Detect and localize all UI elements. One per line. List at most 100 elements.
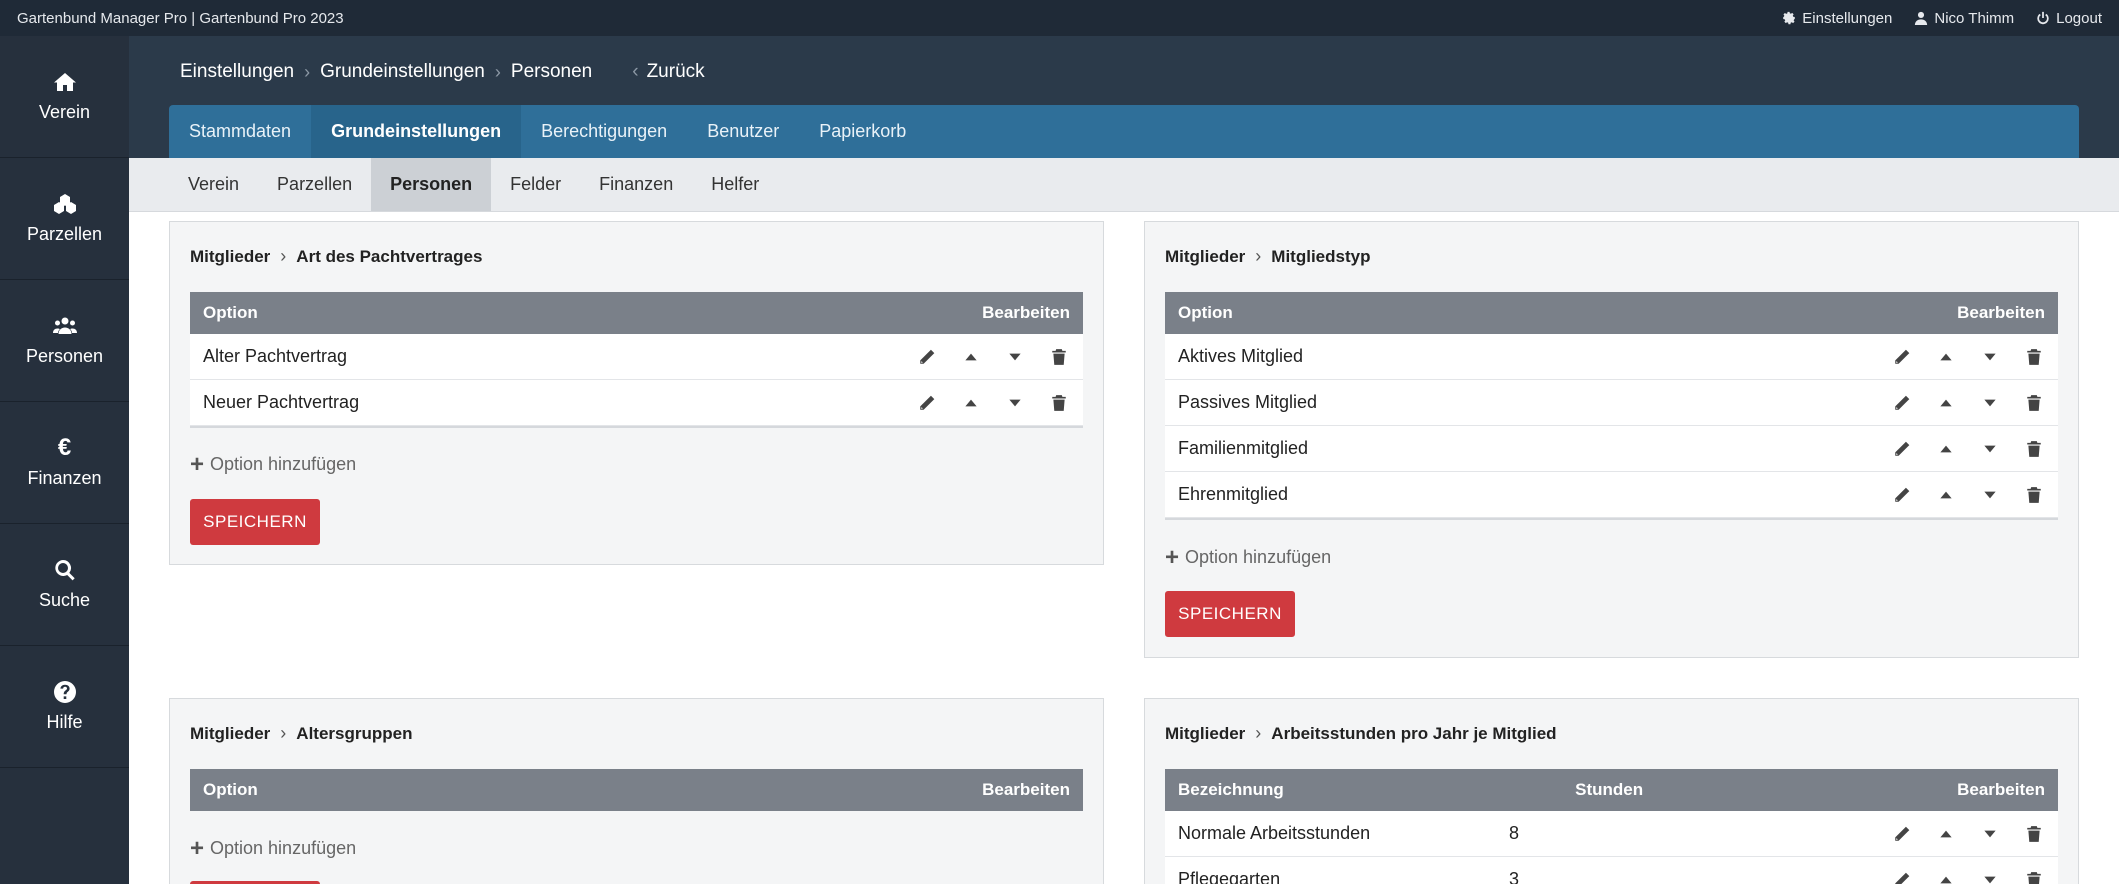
row-actions [916, 392, 1070, 414]
move-down-icon[interactable] [1979, 869, 2001, 884]
logout-label: Logout [2056, 9, 2102, 27]
sidebar-item-finanzen[interactable]: € Finanzen [0, 402, 129, 524]
move-up-icon[interactable] [1935, 346, 1957, 368]
row-actions [1891, 392, 2045, 414]
breadcrumb-personen: Personen [510, 61, 593, 82]
sidebar-item-verein[interactable]: Verein [0, 36, 129, 158]
edit-pencil-icon[interactable] [916, 346, 938, 368]
sidebar-item-suche[interactable]: Suche [0, 524, 129, 646]
delete-trash-icon[interactable] [2023, 346, 2045, 368]
move-up-icon[interactable] [1935, 869, 1957, 884]
panel-title: Mitglieder › Altersgruppen [190, 723, 412, 744]
move-up-icon[interactable] [960, 392, 982, 414]
gear-icon [1783, 11, 1796, 25]
delete-trash-icon[interactable] [1048, 392, 1070, 414]
chevron-right-icon: › [494, 61, 501, 82]
delete-trash-icon[interactable] [2023, 823, 2045, 845]
sidebar-item-label: Finanzen [27, 468, 102, 488]
move-down-icon[interactable] [1004, 346, 1026, 368]
sidebar-item-personen[interactable]: Personen [0, 280, 129, 402]
move-up-icon[interactable] [960, 346, 982, 368]
add-option-label: Option hinzufügen [1185, 547, 1332, 567]
help-icon [53, 681, 76, 703]
table-row: Passives Mitglied [1165, 380, 2058, 426]
save-button[interactable]: SPEICHERN [190, 499, 320, 545]
delete-trash-icon[interactable] [2023, 484, 2045, 506]
option-label: Familienmitglied [1178, 438, 1309, 458]
hours-table: Bezeichnung Stunden Bearbeiten Normale A… [1165, 769, 2058, 884]
option-label: Ehrenmitglied [1178, 484, 1289, 504]
sidebar-item-hilfe[interactable]: Hilfe [0, 646, 129, 768]
table-header: Bezeichnung Stunden Bearbeiten [1165, 769, 2058, 811]
move-up-icon[interactable] [1935, 823, 1957, 845]
move-up-icon[interactable] [1935, 438, 1957, 460]
user-link[interactable]: Nico Thimm [1914, 10, 2014, 27]
delete-trash-icon[interactable] [2023, 869, 2045, 884]
column-header-option: Option [1178, 303, 1233, 322]
column-header-option: Option [203, 303, 258, 322]
edit-pencil-icon[interactable] [1891, 346, 1913, 368]
table-row: Aktives Mitglied [1165, 334, 2058, 380]
edit-pencil-icon[interactable] [1891, 438, 1913, 460]
move-down-icon[interactable] [1979, 438, 2001, 460]
settings-link[interactable]: Einstellungen [1782, 10, 1892, 27]
tab-grundeinstellungen[interactable]: Grundeinstellungen [311, 105, 522, 158]
tab-benutzer[interactable]: Benutzer [687, 105, 799, 158]
add-option-link[interactable]: + Option hinzufügen [190, 452, 356, 476]
table-header: Option Bearbeiten [1165, 292, 2058, 334]
subtab-finanzen[interactable]: Finanzen [580, 158, 692, 211]
hours-name: Pflegegarten [1178, 869, 1281, 884]
move-up-icon[interactable] [1935, 484, 1957, 506]
back-link[interactable]: ‹ Zurück [632, 61, 704, 83]
edit-pencil-icon[interactable] [1891, 823, 1913, 845]
breadcrumb-einstellungen[interactable]: Einstellungen [180, 61, 294, 83]
tab-papierkorb[interactable]: Papierkorb [799, 105, 926, 158]
subtab-parzellen[interactable]: Parzellen [258, 158, 371, 211]
hours-value: 3 [1509, 869, 1520, 884]
option-label: Neuer Pachtvertrag [203, 392, 360, 412]
plus-icon: + [1165, 543, 1180, 571]
edit-pencil-icon[interactable] [1891, 869, 1913, 884]
euro-icon: € [57, 434, 72, 461]
save-button[interactable]: SPEICHERN [1165, 591, 1295, 637]
subtab-verein[interactable]: Verein [169, 158, 258, 211]
subtab-felder[interactable]: Felder [491, 158, 580, 211]
option-label: Passives Mitglied [1178, 392, 1318, 412]
move-down-icon[interactable] [1979, 346, 2001, 368]
options-table: Option Bearbeiten Alter Pachtvertrag Neu… [190, 292, 1083, 428]
edit-pencil-icon[interactable] [1891, 392, 1913, 414]
move-down-icon[interactable] [1979, 392, 2001, 414]
add-option-link[interactable]: + Option hinzufügen [190, 836, 356, 860]
table-row: Pflegegarten 3 [1165, 857, 2058, 884]
row-actions [1891, 823, 2045, 845]
column-header-edit: Bearbeiten [982, 780, 1070, 799]
user-icon [1915, 11, 1928, 25]
sidebar-item-parzellen[interactable]: Parzellen [0, 158, 129, 280]
chevron-right-icon: › [304, 61, 311, 82]
delete-trash-icon[interactable] [1048, 346, 1070, 368]
edit-pencil-icon[interactable] [916, 392, 938, 414]
subtab-personen[interactable]: Personen [371, 158, 492, 211]
chevron-right-icon: › [280, 246, 287, 266]
breadcrumb-grundeinstellungen[interactable]: Grundeinstellungen [320, 61, 485, 83]
move-down-icon[interactable] [1004, 392, 1026, 414]
tab-berechtigungen[interactable]: Berechtigungen [521, 105, 687, 158]
parcels-icon [53, 194, 76, 214]
panel-altersgruppen: Mitglieder › Altersgruppen Option Bearbe… [169, 698, 1104, 884]
chevron-right-icon: › [1255, 723, 1262, 743]
move-up-icon[interactable] [1935, 392, 1957, 414]
move-down-icon[interactable] [1979, 484, 2001, 506]
options-table: Option Bearbeiten Aktives Mitglied Passi… [1165, 292, 2058, 520]
breadcrumb: Einstellungen › Grundeinstellungen › Per… [180, 61, 705, 83]
panel-title-parent: Mitglieder [1165, 246, 1246, 266]
move-down-icon[interactable] [1979, 823, 2001, 845]
subtab-helfer[interactable]: Helfer [692, 158, 778, 211]
tab-stammdaten[interactable]: Stammdaten [169, 105, 311, 158]
table-divider [190, 426, 1083, 428]
logout-link[interactable]: Logout [2036, 10, 2102, 27]
delete-trash-icon[interactable] [2023, 392, 2045, 414]
add-option-link[interactable]: + Option hinzufügen [1165, 543, 1332, 571]
delete-trash-icon[interactable] [2023, 438, 2045, 460]
edit-pencil-icon[interactable] [1891, 484, 1913, 506]
settings-label: Einstellungen [1802, 9, 1893, 27]
